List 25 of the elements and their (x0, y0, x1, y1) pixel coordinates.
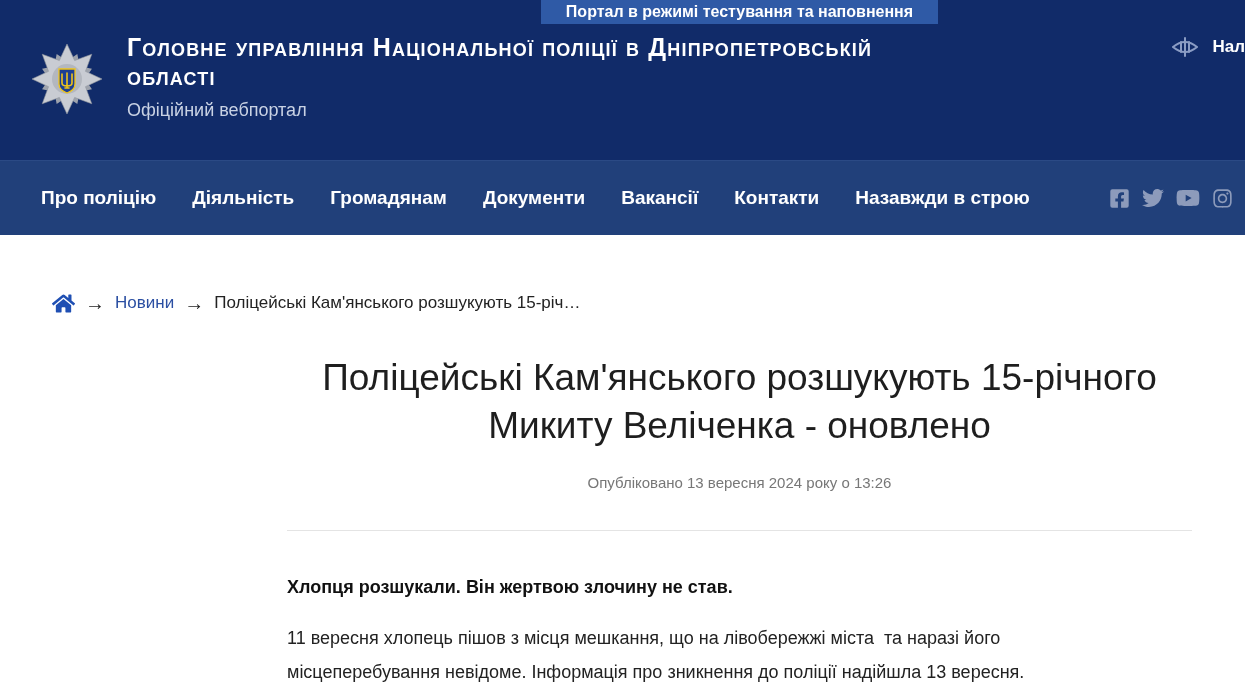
instagram-icon[interactable] (1212, 187, 1233, 209)
nav-link[interactable]: Громадянам (330, 186, 447, 210)
nav-link[interactable]: Про поліцію (41, 186, 157, 210)
accessibility-link[interactable]: Нал (1212, 36, 1245, 58)
breadcrumb-arrow: → (85, 291, 105, 315)
nav-link[interactable]: Вакансії (621, 186, 699, 210)
body-paragraph: 11 вересня хлопець пішов з місця мешкання, що на лівобережжі міста та наразі його місцеперебування невідоме. Інформація про зникнення до поліції надійшла 13 вересня. (287, 627, 1026, 684)
nav-link[interactable]: Контакти (734, 186, 820, 210)
site-subtitle: Офіційний вебпортал (127, 99, 308, 122)
star-badge-logo (32, 44, 102, 114)
breadcrumb-arrow: → (184, 291, 205, 315)
nav-link[interactable]: Документи (482, 186, 586, 210)
nav-link[interactable]: Діяльність (192, 186, 295, 210)
testing-mode-banner: Портал в режимі тестування та наповнення (541, 0, 938, 24)
site-title: Головне управління Національної поліції в Дніпропетровській області (127, 33, 874, 91)
article-title: Поліцейські Кам'янського розшукують 15-річного Микиту Веліченка - оновлено (321, 356, 1158, 448)
nav-link[interactable]: Назавжди в строю (855, 186, 1030, 210)
breadcrumb-link[interactable]: Новини (115, 291, 175, 315)
twitter-icon[interactable] (1142, 187, 1164, 209)
home-icon[interactable] (52, 291, 75, 315)
eye-icon[interactable] (1172, 37, 1199, 57)
lead-paragraph: Хлопця розшукали. Він жертвою злочину не став. (287, 576, 734, 598)
publish-date: Опубліковано 13 вересня 2024 року о 13:26 (586, 473, 893, 493)
facebook-icon[interactable] (1109, 187, 1130, 209)
breadcrumb-current: Поліцейські Кам'янського розшукують 15-річ… (214, 292, 581, 314)
